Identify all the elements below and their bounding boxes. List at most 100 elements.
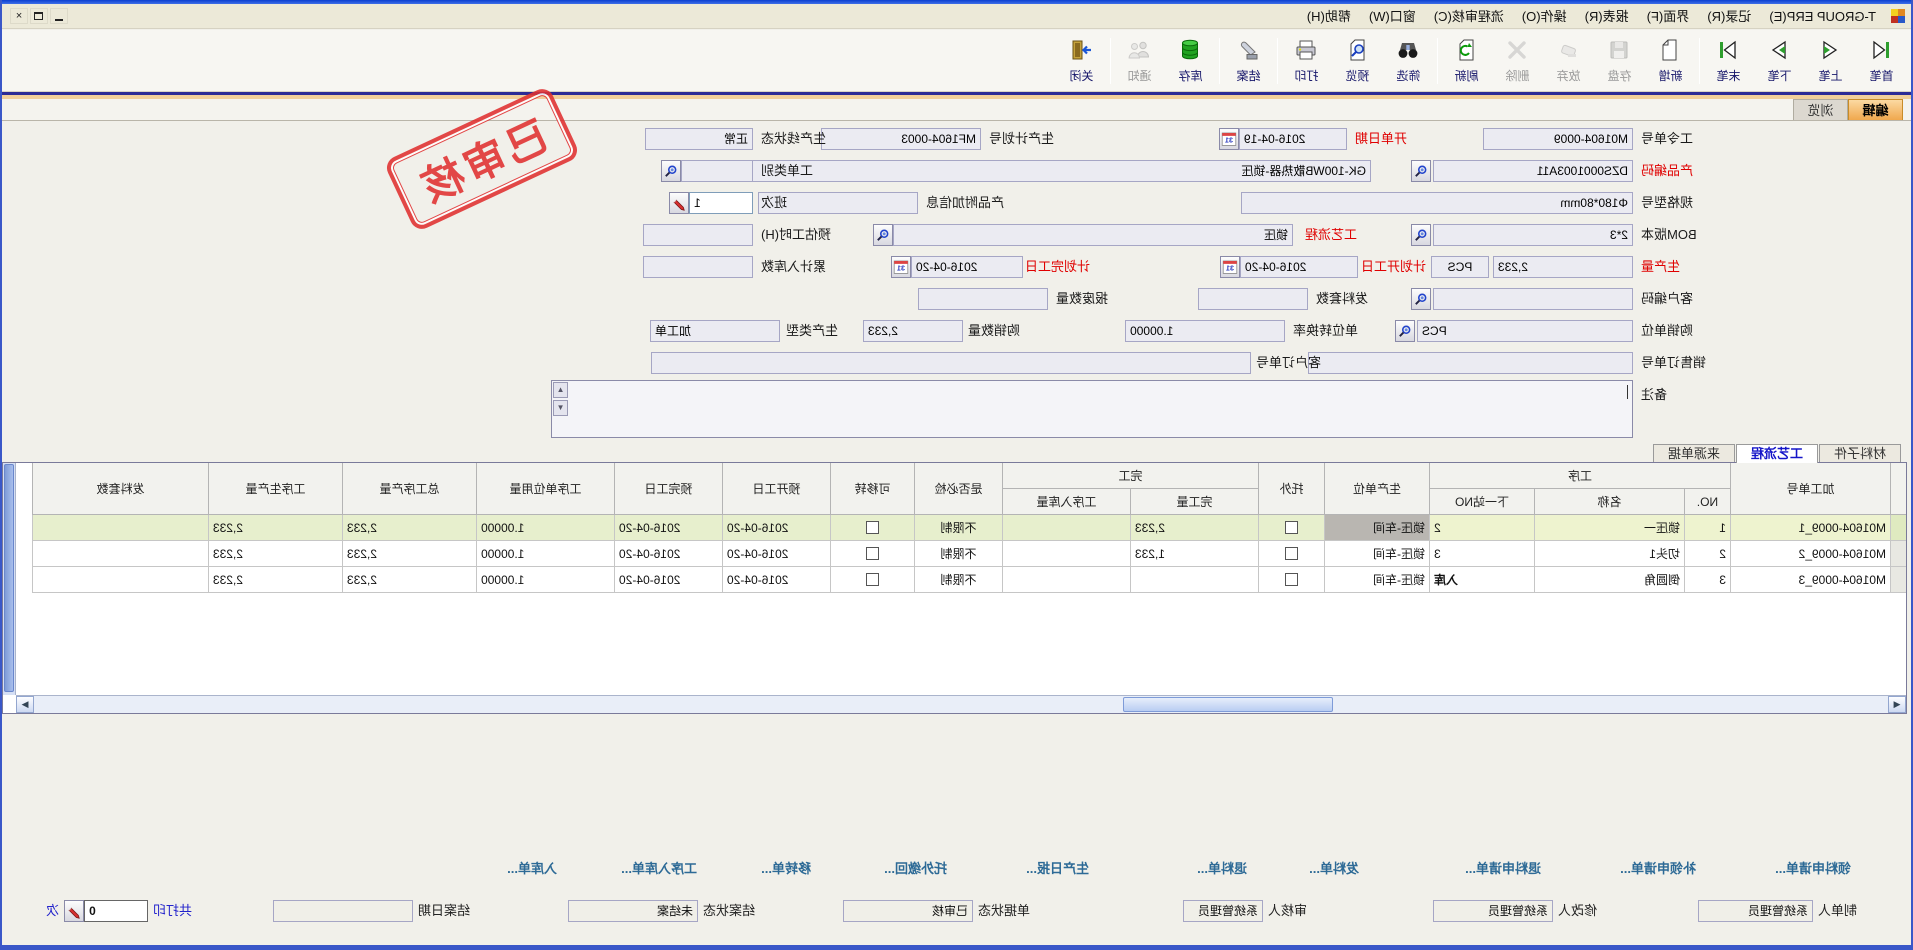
issue-sets-field[interactable]: [1198, 288, 1308, 310]
menu-item-7[interactable]: 窗口(W): [1360, 7, 1425, 26]
doc-link-3[interactable]: 退料申请单...: [1465, 858, 1541, 877]
print-count-edit-button[interactable]: [64, 900, 84, 922]
vertical-scrollbar[interactable]: [3, 463, 16, 695]
customer-code-field[interactable]: [1433, 288, 1633, 310]
close-window-button[interactable]: ×: [10, 8, 28, 24]
customer-code-lookup-button[interactable]: [1411, 288, 1431, 310]
work-order-no-field[interactable]: M01604-0009: [1483, 128, 1633, 150]
cell-transferable[interactable]: [830, 515, 914, 541]
doc-link-8[interactable]: 移转单...: [761, 858, 811, 877]
line-status-field[interactable]: 正常: [645, 128, 753, 150]
cell-unit_usage[interactable]: 1.00000: [476, 541, 614, 567]
toolbar-button-delete[interactable]: 删除: [1492, 33, 1543, 89]
cell-unit_dept[interactable]: 锁压-车间: [1324, 567, 1429, 593]
toolbar-button-new[interactable]: 新增: [1645, 33, 1696, 89]
open-date-field[interactable]: 2016-04-19: [1239, 128, 1347, 150]
cell-name[interactable]: 倒圆角: [1534, 567, 1684, 593]
checkbox-outsourced[interactable]: [1285, 521, 1298, 534]
cell-next[interactable]: 2: [1429, 515, 1534, 541]
order-category-field[interactable]: [681, 160, 753, 182]
cell-pre_start[interactable]: 2016-04-20: [722, 567, 830, 593]
cell-outsourced[interactable]: [1258, 515, 1324, 541]
checkbox-outsourced[interactable]: [1285, 547, 1298, 560]
toolbar-button-filter[interactable]: 筛选: [1383, 33, 1434, 89]
cell-order_no[interactable]: M01604-0009_3: [1730, 567, 1890, 593]
toolbar-button-last[interactable]: 末笔: [1703, 33, 1754, 89]
cell-pre_start[interactable]: 2016-04-20: [722, 515, 830, 541]
production-qty-field[interactable]: 2,233: [1493, 256, 1633, 278]
cell-outsourced[interactable]: [1258, 567, 1324, 593]
toolbar-button-discard[interactable]: 放弃: [1543, 33, 1594, 89]
cell-no[interactable]: 3: [1684, 567, 1730, 593]
production-type-field[interactable]: 加工单: [650, 320, 780, 342]
horizontal-scroll-thumb[interactable]: [1123, 697, 1333, 712]
cell-next[interactable]: 入库: [1429, 567, 1534, 593]
toolbar-button-preview[interactable]: 预览: [1332, 33, 1383, 89]
menu-item-6[interactable]: 流程审核(C): [1425, 7, 1513, 26]
doc-link-5[interactable]: 退料单...: [1197, 858, 1247, 877]
toolbar-button-save[interactable]: 存盘: [1594, 33, 1645, 89]
cell-no[interactable]: 1: [1684, 515, 1730, 541]
planned-finish-field[interactable]: 2016-04-20: [911, 256, 1023, 278]
cell-sets[interactable]: [32, 541, 208, 567]
doc-link-4[interactable]: 发料单...: [1309, 858, 1359, 877]
cell-pre_finish[interactable]: 2016-04-20: [614, 515, 722, 541]
cell-sets[interactable]: [32, 515, 208, 541]
order-category-lookup-button[interactable]: [661, 160, 681, 182]
unit-conversion-field[interactable]: 1.00000: [1125, 320, 1285, 342]
cell-transferable[interactable]: [830, 567, 914, 593]
cell-order_no[interactable]: M01604-0009_1: [1730, 515, 1890, 541]
cell-stockin_qty[interactable]: [1002, 515, 1130, 541]
scroll-right-button[interactable]: ▶: [16, 696, 34, 713]
toolbar-button-notify[interactable]: 通知: [1114, 33, 1165, 89]
cell-sets[interactable]: [32, 567, 208, 593]
doc-link-10[interactable]: 入库单...: [507, 858, 557, 877]
doc-link-9[interactable]: 工序入库单...: [621, 858, 697, 877]
restore-button[interactable]: [30, 8, 48, 24]
minimize-button[interactable]: [50, 8, 68, 24]
cell-next[interactable]: 3: [1429, 541, 1534, 567]
accum-stockin-field[interactable]: [643, 256, 753, 278]
cell-done_qty[interactable]: 1,233: [1130, 541, 1258, 567]
cell-proc_qty[interactable]: 2,233: [208, 567, 342, 593]
toolbar-button-print[interactable]: 打印: [1281, 33, 1332, 89]
menu-item-8[interactable]: 帮助(H): [1298, 7, 1360, 26]
view-tab-1[interactable]: 编辑: [1848, 99, 1903, 120]
cell-total_qty[interactable]: 2,233: [342, 515, 476, 541]
cell-done_qty[interactable]: 2,233: [1130, 515, 1258, 541]
toolbar-button-refresh[interactable]: 刷新: [1441, 33, 1492, 89]
cell-outsourced[interactable]: [1258, 541, 1324, 567]
planned-start-field[interactable]: 2016-04-20: [1240, 256, 1358, 278]
cell-pre_finish[interactable]: 2016-04-20: [614, 567, 722, 593]
menu-item-2[interactable]: 记录(R): [1698, 7, 1760, 26]
cell-unit_usage[interactable]: 1.00000: [476, 567, 614, 593]
cell-unit_usage[interactable]: 1.00000: [476, 515, 614, 541]
toolbar-button-inventory[interactable]: 库存: [1165, 33, 1216, 89]
cell-unit_dept[interactable]: 锁压-车间: [1324, 515, 1429, 541]
planned-start-calendar-button[interactable]: 31: [1220, 256, 1240, 278]
shift-edit-button[interactable]: [669, 192, 689, 214]
menu-item-4[interactable]: 报表(R): [1576, 7, 1638, 26]
product-code-field[interactable]: DZS0001003A11: [1433, 160, 1633, 182]
scroll-down-button[interactable]: ▼: [553, 400, 568, 416]
scrap-qty-field[interactable]: [918, 288, 1048, 310]
doc-link-1[interactable]: 领料申请单...: [1775, 858, 1851, 877]
detail-tab-2[interactable]: 工艺流程: [1736, 444, 1818, 463]
cell-total_qty[interactable]: 2,233: [342, 567, 476, 593]
cell-done_qty[interactable]: [1130, 567, 1258, 593]
remark-field[interactable]: ▲ ▼: [551, 380, 1633, 438]
cell-pre_finish[interactable]: 2016-04-20: [614, 541, 722, 567]
cell-order_no[interactable]: M01604-0009_2: [1730, 541, 1890, 567]
estimated-hours-field[interactable]: [643, 224, 753, 246]
open-date-calendar-button[interactable]: 31: [1219, 128, 1239, 150]
checkbox-transferable[interactable]: [866, 521, 879, 534]
scroll-left-button[interactable]: ◀: [1888, 696, 1906, 713]
toolbar-button-close[interactable]: 关闭: [1056, 33, 1107, 89]
purchase-unit-lookup-button[interactable]: [1395, 320, 1415, 342]
cell-stockin_qty[interactable]: [1002, 541, 1130, 567]
toolbar-button-close-case[interactable]: 结案: [1223, 33, 1274, 89]
product-code-lookup-button[interactable]: [1411, 160, 1431, 182]
process-flow-lookup-button[interactable]: [873, 224, 893, 246]
cell-total_qty[interactable]: 2,233: [342, 541, 476, 567]
row-indicator[interactable]: [1890, 541, 1906, 567]
